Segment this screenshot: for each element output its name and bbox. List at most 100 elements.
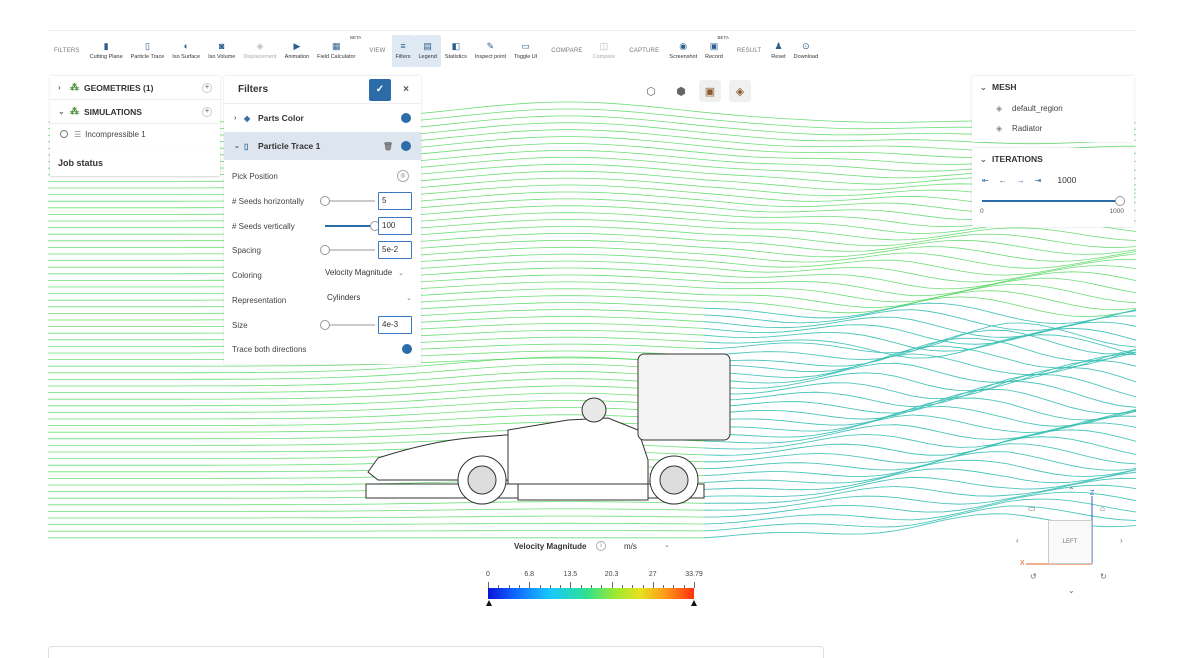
- streamline: [48, 349, 1136, 380]
- toolbar-button-label: Statistics: [444, 54, 467, 60]
- screenshot-button[interactable]: ◉ Screenshot: [665, 35, 701, 67]
- rotate-right-icon[interactable]: ›: [1120, 536, 1123, 545]
- seeds-horizontal-input[interactable]: 5: [378, 192, 412, 210]
- toolbar-button-label: Download: [793, 54, 819, 60]
- chevron-down-icon[interactable]: ⌄: [664, 541, 670, 549]
- view-surface-icon[interactable]: ▣: [699, 80, 721, 102]
- close-button[interactable]: ×: [395, 79, 417, 101]
- parts-color-visibility-toggle[interactable]: [401, 113, 411, 123]
- inspect-point-button[interactable]: ✎ Inspect point: [471, 35, 510, 67]
- reset-button[interactable]: ♟ Reset: [767, 35, 789, 67]
- size-slider[interactable]: [320, 320, 375, 330]
- legend-unit-select[interactable]: m/s: [624, 542, 637, 551]
- navigation-cube[interactable]: LEFT: [1048, 520, 1092, 564]
- view-edges-icon[interactable]: ◈: [729, 80, 751, 102]
- iso-volume-button[interactable]: ◙ Iso Volume: [204, 35, 239, 67]
- toggle-ui-button[interactable]: ▭ Toggle UI: [510, 35, 541, 67]
- tree-geometries[interactable]: › ⁂ GEOMETRIES (1) +: [50, 76, 220, 100]
- legend-max-marker[interactable]: [691, 600, 697, 606]
- toolbar-button-label: Legend: [418, 54, 437, 60]
- pick-position-icon[interactable]: ◎: [397, 170, 409, 182]
- list-icon: ☰: [74, 129, 82, 139]
- view-solid-icon[interactable]: ⬡: [640, 80, 662, 102]
- confirm-button[interactable]: ✓: [369, 78, 391, 101]
- geometry-icon: ⁂: [70, 82, 79, 92]
- bottom-panel: [48, 646, 824, 658]
- simulation-radio[interactable]: [60, 130, 68, 138]
- previous-iteration-icon[interactable]: ←: [999, 176, 1007, 185]
- legend-min-marker[interactable]: [486, 600, 492, 606]
- rotate-ccw-icon[interactable]: ↺: [1030, 572, 1037, 581]
- mesh-item[interactable]: ◈ default_region: [972, 98, 1134, 118]
- beta-badge: BETA: [717, 34, 729, 40]
- rotate-left-icon[interactable]: ‹: [1016, 536, 1019, 545]
- toolbar-button-label: Filters: [395, 54, 411, 60]
- seeds-horizontal-label: # Seeds horizontally: [232, 197, 305, 206]
- mesh-item[interactable]: ◈ Radiator: [972, 118, 1134, 138]
- tree-simulations[interactable]: ⌄ ⁂ SIMULATIONS +: [50, 100, 220, 124]
- add-geometry-button[interactable]: +: [202, 82, 212, 93]
- mesh-header[interactable]: ⌄ MESH: [972, 76, 1134, 98]
- seeds-vertical-slider[interactable]: [325, 221, 380, 231]
- particle-trace-label: Particle Trace 1: [258, 141, 321, 151]
- size-input[interactable]: 4e-3: [378, 316, 412, 334]
- trace-both-toggle[interactable]: [402, 344, 412, 354]
- add-simulation-button[interactable]: +: [202, 106, 212, 117]
- iteration-slider[interactable]: [982, 196, 1125, 206]
- rotate-down-icon[interactable]: ⌄: [1068, 586, 1075, 595]
- filter-particle-trace[interactable]: ⌄ ▯ Particle Trace 1 🗑: [224, 132, 421, 160]
- info-icon[interactable]: i: [596, 541, 606, 551]
- slider-knob[interactable]: [320, 320, 330, 330]
- trace-both-label: Trace both directions: [232, 345, 307, 354]
- legend-tick-label: 0: [486, 571, 490, 578]
- displacement-icon: ◈: [256, 40, 264, 51]
- legend-tick-label: 33.79: [685, 571, 703, 578]
- iterations-header[interactable]: ⌄ ITERATIONS: [972, 148, 1134, 170]
- legend-tick-label: 6.8: [524, 571, 535, 578]
- filter-parts-color[interactable]: › ◆ Parts Color: [224, 104, 421, 132]
- animation-button[interactable]: ▶ Animation: [281, 35, 313, 67]
- home-icon[interactable]: ⌂: [1100, 504, 1105, 513]
- download-button[interactable]: ⊙ Download: [790, 35, 822, 67]
- tree-simulation-item[interactable]: ☰ Incompressible 1: [50, 124, 220, 144]
- statistics-button[interactable]: ◧ Statistics: [441, 35, 471, 67]
- view-wireframe-icon[interactable]: ⬢: [670, 80, 692, 102]
- last-iteration-icon[interactable]: ⇥: [1035, 176, 1042, 185]
- spacing-input[interactable]: 5e-2: [378, 241, 412, 259]
- job-status[interactable]: Job status: [50, 152, 220, 176]
- iso-volume-icon: ◙: [219, 40, 225, 51]
- record-button[interactable]: ▣ Record BETA: [701, 34, 729, 67]
- mesh-title: MESH: [992, 82, 1017, 92]
- next-iteration-icon[interactable]: →: [1017, 176, 1025, 185]
- legend-title: Velocity Magnitude: [514, 542, 587, 551]
- spacing-slider[interactable]: [320, 245, 375, 255]
- slider-knob[interactable]: [320, 196, 330, 206]
- cutting-plane-button[interactable]: ▮ Cutting Plane: [86, 35, 127, 67]
- slider-knob[interactable]: [1115, 196, 1125, 206]
- representation-value: Cylinders: [327, 293, 361, 302]
- coloring-select[interactable]: Velocity Magnitude ⌄: [325, 268, 404, 277]
- rotate-cw-icon[interactable]: ↻: [1100, 572, 1107, 581]
- seeds-horizontal-slider[interactable]: [320, 196, 375, 206]
- toolbar-button-label: Particle Trace: [130, 54, 165, 60]
- filters-button[interactable]: ≡ Filters: [391, 34, 415, 67]
- trash-icon[interactable]: 🗑: [383, 142, 393, 151]
- car-part: [517, 483, 649, 501]
- particle-trace-button[interactable]: ▯ Particle Trace: [127, 35, 169, 67]
- field-calculator-button[interactable]: ▦ Field Calculator BETA: [313, 35, 361, 67]
- representation-select[interactable]: Cylinders ⌄: [327, 293, 412, 302]
- chevron-right-icon: ›: [58, 83, 61, 92]
- streamline: [48, 226, 1136, 248]
- streamline: [48, 267, 1136, 290]
- toolbar-group-label: RESULT: [736, 47, 762, 54]
- displacement-button[interactable]: ◈ Displacement: [239, 35, 280, 67]
- particle-trace-visibility-toggle[interactable]: [401, 141, 411, 151]
- compare-button[interactable]: ◫ Compare: [589, 35, 620, 67]
- slider-knob[interactable]: [320, 245, 330, 255]
- legend-button[interactable]: ▤ Legend: [414, 34, 441, 67]
- streamline-wake: [704, 436, 1136, 464]
- first-iteration-icon[interactable]: ⇤: [982, 176, 989, 185]
- seeds-vertical-input[interactable]: 100: [378, 217, 412, 235]
- toolbar-group-label: VIEW: [369, 47, 386, 54]
- iso-surface-button[interactable]: ◐ Iso Surface: [168, 35, 204, 67]
